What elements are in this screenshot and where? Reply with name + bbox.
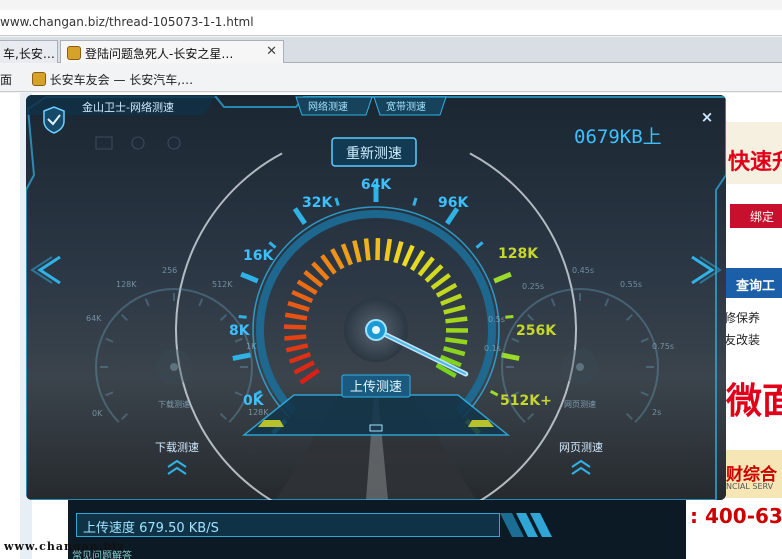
left-tick-6: 128K bbox=[248, 408, 269, 417]
gauge-tick bbox=[232, 352, 251, 361]
right-tick-5: 0.5s bbox=[488, 315, 505, 324]
screen: www.changan.biz/thread-105073-1-1.html 车… bbox=[0, 0, 782, 559]
tick-label-32k: 32K bbox=[302, 195, 333, 211]
bookmark-changan-club[interactable]: 长安车友会 — 长安汽车,… bbox=[50, 73, 193, 87]
right-tick-6: 2s bbox=[652, 408, 661, 417]
gauge-segment bbox=[445, 337, 468, 345]
left-tick-5: 1K bbox=[246, 342, 257, 351]
right-gauge-label: 网页测速 bbox=[564, 400, 596, 409]
upload-speed-bar: 上传速度 679.50 KB/S bbox=[76, 513, 500, 537]
tick-label-128k: 128K bbox=[498, 246, 539, 262]
favicon-icon bbox=[31, 72, 46, 86]
left-tick-3: 256 bbox=[162, 266, 177, 275]
tab-label: 登陆问题急死人-长安之星… bbox=[85, 47, 234, 61]
side-link-maintenance[interactable]: 修保养 bbox=[724, 309, 760, 326]
gauge-segment bbox=[445, 316, 468, 324]
tick-label-64k: 64K bbox=[361, 177, 392, 193]
left-tick-0: 0K bbox=[92, 409, 103, 418]
address-text: www.changan.biz/thread-105073-1-1.html bbox=[0, 15, 254, 29]
watermark-sub: 常见问题解答 bbox=[72, 551, 132, 559]
tick-label-256k: 256K bbox=[516, 323, 557, 339]
gauge-segment bbox=[363, 238, 371, 261]
bookmarks-bar: 面 长安车友会 — 长安汽车,… bbox=[0, 64, 782, 92]
tick-label-8k: 8K bbox=[229, 323, 251, 339]
address-bar[interactable]: www.changan.biz/thread-105073-1-1.html bbox=[0, 10, 782, 36]
left-tick-2: 128K bbox=[116, 280, 137, 289]
left-gauge-label: 下载测速 bbox=[158, 399, 190, 409]
tab-network-test[interactable]: 网络测速 bbox=[308, 100, 348, 113]
tab-label: 车,长安… bbox=[3, 47, 55, 61]
speed-readout: 0679KB上 bbox=[574, 126, 662, 148]
tick-label-0k: 0K bbox=[243, 393, 265, 409]
left-tick-1: 64K bbox=[86, 314, 102, 323]
tick-label-512k: 512K+ bbox=[500, 393, 552, 409]
close-icon[interactable]: × bbox=[698, 108, 716, 126]
gauge-tick bbox=[501, 352, 520, 361]
gauge-label: 上传测速 bbox=[350, 380, 402, 395]
right-tick-0: 0.25s bbox=[522, 282, 544, 291]
web-test-link[interactable]: 网页测速 bbox=[559, 441, 603, 454]
browser-tab-strip: 车,长安… 登陆问题急死人-长安之星… ✕ bbox=[0, 37, 782, 63]
speedtest-graphic: 金山卫士-网络测速 网络测速 宽带测速 0679KB上 重新测速 上传测速 下载… bbox=[26, 95, 726, 500]
side-link-modification[interactable]: 友改装 bbox=[724, 331, 760, 348]
tick-label-96k: 96K bbox=[438, 195, 469, 211]
tab-broadband-test[interactable]: 宽带测速 bbox=[386, 100, 426, 113]
tick-label-16k: 16K bbox=[243, 248, 274, 264]
app-title: 金山卫士-网络测速 bbox=[82, 100, 174, 114]
close-tab-icon[interactable]: ✕ bbox=[266, 44, 277, 59]
right-tick-1: 0.45s bbox=[572, 266, 594, 275]
right-tick-3: 0.75s bbox=[652, 342, 674, 351]
browser-tab-changan[interactable]: 车,长安… bbox=[0, 40, 58, 63]
download-test-link[interactable]: 下载测速 bbox=[155, 441, 199, 454]
right-tick-4: 0.1s bbox=[484, 344, 501, 353]
browser-tab-login-question[interactable]: 登陆问题急死人-长安之星… ✕ bbox=[60, 40, 284, 63]
gauge-tick bbox=[238, 314, 247, 319]
left-tick-4: 512K bbox=[212, 280, 233, 289]
ad-bind-button[interactable]: 绑定 bbox=[730, 204, 782, 228]
shield-icon bbox=[43, 106, 65, 134]
phone-number: : 400-63 bbox=[686, 500, 782, 534]
favicon-icon bbox=[67, 46, 81, 60]
ad-finance[interactable]: 财综合 NCIAL SERV bbox=[726, 450, 782, 498]
gauge-tick bbox=[505, 314, 514, 319]
right-tick-2: 0.55s bbox=[620, 280, 642, 289]
query-button[interactable]: 查询工 bbox=[726, 268, 782, 298]
speedtest-window: 金山卫士-网络测速 网络测速 宽带测速 0679KB上 重新测速 上传测速 下载… bbox=[26, 95, 726, 500]
gauge-segment bbox=[283, 324, 307, 330]
retest-button[interactable]: 重新测速 bbox=[346, 146, 402, 162]
ad-banner-top[interactable]: 快速升 bbox=[722, 122, 782, 184]
ad-minivan[interactable]: 微面 bbox=[726, 362, 782, 442]
upload-bar-stripes-icon bbox=[500, 513, 552, 537]
bookmark-home[interactable]: 面 bbox=[0, 73, 12, 87]
gauge-segment bbox=[284, 334, 307, 341]
